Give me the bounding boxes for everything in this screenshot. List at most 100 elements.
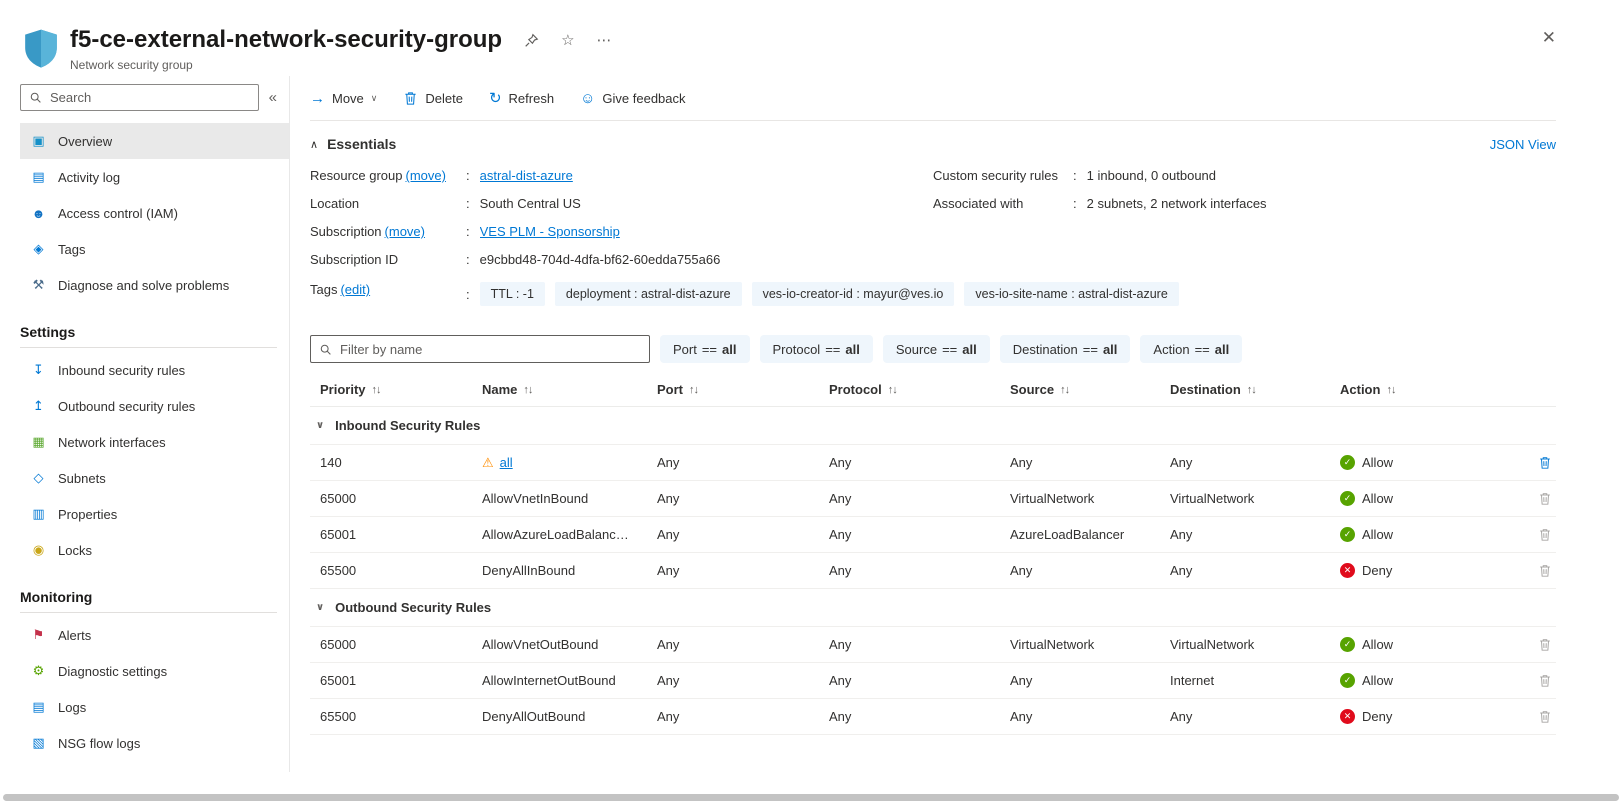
field-value-link[interactable]: VES PLM - Sponsorship [480, 224, 620, 239]
protocol-cell: Any [829, 637, 1010, 652]
chevron-up-icon[interactable]: ∧ [310, 138, 318, 151]
port-cell: Any [657, 673, 829, 688]
close-icon[interactable]: ✕ [1542, 28, 1556, 48]
delete-rule-icon[interactable] [1538, 455, 1552, 470]
outbound-rules-list: 65000 AllowVnetOutBound Any Any VirtualN… [310, 627, 1556, 735]
azure-nsg-blade: f5-ce-external-network-security-group ☆ … [0, 0, 1622, 808]
field-value: South Central US [480, 196, 581, 211]
name-cell: AllowAzureLoadBalanc… [482, 527, 657, 542]
rule-name-link[interactable]: all [500, 455, 513, 470]
essentials-title[interactable]: Essentials [327, 136, 396, 152]
feedback-button[interactable]: ☺ Give feedback [580, 90, 685, 107]
name-cell: DenyAllInBound [482, 563, 657, 578]
sidebar-item-label: Properties [58, 507, 117, 522]
sidebar-item[interactable]: ▥ Properties [20, 496, 289, 532]
delete-rule-icon[interactable] [1538, 637, 1552, 652]
more-options-icon[interactable]: ⋯ [597, 31, 612, 49]
source-cell: AzureLoadBalancer [1010, 527, 1170, 542]
delete-rule-icon[interactable] [1538, 673, 1552, 688]
table-row[interactable]: 65000 AllowVnetInBound Any Any VirtualNe… [310, 481, 1556, 517]
filter-pill[interactable]: Destination==all [1000, 335, 1131, 363]
row-actions-cell [1514, 455, 1556, 470]
sidebar-item[interactable]: ⚙ Diagnostic settings [20, 653, 289, 689]
table-row[interactable]: 65500 DenyAllInBound Any Any Any Any ✕De [310, 553, 1556, 589]
action-cell: ✓Allow [1340, 455, 1490, 470]
favorite-star-icon[interactable]: ☆ [561, 31, 574, 49]
sidebar-item-label: Alerts [58, 628, 91, 643]
filter-pill[interactable]: Port==all [660, 335, 750, 363]
sidebar-item[interactable]: ▣ Overview [20, 123, 289, 159]
sidebar-item[interactable]: ▤ Logs [20, 689, 289, 725]
delete-rule-icon[interactable] [1538, 491, 1552, 506]
row-actions-cell [1514, 673, 1556, 688]
action-cell: ✕Deny [1340, 709, 1490, 724]
delete-rule-icon[interactable] [1538, 709, 1552, 724]
refresh-button[interactable]: ↻ Refresh [489, 89, 554, 107]
sidebar-item[interactable]: ▧ NSG flow logs [20, 725, 289, 761]
sidebar-collapse-icon[interactable]: « [269, 89, 277, 106]
filter-by-name-input[interactable] [338, 341, 641, 358]
field-action-link[interactable]: (move) [406, 168, 446, 183]
filter-pill[interactable]: Protocol==all [760, 335, 873, 363]
sidebar-item-label: Inbound security rules [58, 363, 185, 378]
sidebar-item[interactable]: ⚒ Diagnose and solve problems [20, 267, 289, 303]
tag-chip[interactable]: ves-io-creator-id : mayur@ves.io [752, 282, 955, 306]
column-header[interactable]: Port↑↓ [657, 382, 829, 397]
protocol-cell: Any [829, 563, 1010, 578]
essentials-field: Resource group(move) astral-dist-azure [310, 168, 933, 183]
table-row[interactable]: 140 ⚠ all Any Any Any Any ✓Allow [310, 445, 1556, 481]
inbound-rules-group-header[interactable]: ∨ Inbound Security Rules [310, 407, 1556, 445]
delete-rule-icon[interactable] [1538, 527, 1552, 542]
column-header[interactable]: Name↑↓ [482, 382, 657, 397]
delete-rule-icon[interactable] [1538, 563, 1552, 578]
column-header[interactable]: Source↑↓ [1010, 382, 1170, 397]
sidebar-search-input[interactable] [48, 89, 250, 106]
table-row[interactable]: 65000 AllowVnetOutBound Any Any VirtualN… [310, 627, 1556, 663]
delete-button[interactable]: Delete [403, 90, 463, 106]
table-row[interactable]: 65500 DenyAllOutBound Any Any Any Any ✕D [310, 699, 1556, 735]
delete-icon [403, 90, 418, 106]
sidebar-item[interactable]: ↧ Inbound security rules [20, 352, 289, 388]
tags-edit-link[interactable]: (edit) [340, 282, 370, 297]
filter-pill[interactable]: Action==all [1140, 335, 1242, 363]
tag-chip[interactable]: TTL : -1 [480, 282, 545, 306]
filter-pill[interactable]: Source==all [883, 335, 990, 363]
action-cell: ✓Allow [1340, 491, 1490, 506]
sidebar-item[interactable]: ◈ Tags [20, 231, 289, 267]
column-header[interactable]: Destination↑↓ [1170, 382, 1340, 397]
action-cell: ✓Allow [1340, 637, 1490, 652]
horizontal-scrollbar[interactable] [3, 794, 1619, 801]
move-button[interactable]: → Move ∨ [310, 90, 377, 107]
essentials-panel: Resource group(move) astral-dist-azure L… [310, 168, 1556, 280]
network-security-group-icon [22, 28, 60, 70]
sidebar-item[interactable]: ▤ Activity log [20, 159, 289, 195]
sidebar-item-label: NSG flow logs [58, 736, 140, 751]
sidebar-item[interactable]: ⚑ Alerts [20, 617, 289, 653]
column-header[interactable]: Priority↑↓ [320, 382, 482, 397]
rule-name: AllowVnetInBound [482, 491, 588, 506]
field-action-link[interactable]: (move) [385, 224, 425, 239]
outbound-rules-group-header[interactable]: ∨ Outbound Security Rules [310, 589, 1556, 627]
sidebar-item[interactable]: ↥ Outbound security rules [20, 388, 289, 424]
sidebar-item[interactable]: ▦ Network interfaces [20, 424, 289, 460]
port-cell: Any [657, 491, 829, 506]
table-row[interactable]: 65001 AllowAzureLoadBalanc… Any Any Azur… [310, 517, 1556, 553]
row-actions-cell [1514, 637, 1556, 652]
sidebar-item-icon: ▥ [30, 506, 47, 522]
pin-icon[interactable] [524, 33, 539, 48]
allow-icon: ✓ [1340, 637, 1355, 652]
table-row[interactable]: 65001 AllowInternetOutBound Any Any Any … [310, 663, 1556, 699]
sidebar-item[interactable]: ◇ Subnets [20, 460, 289, 496]
sort-icon: ↑↓ [1386, 384, 1395, 396]
tag-chip[interactable]: deployment : astral-dist-azure [555, 282, 742, 306]
sidebar-item[interactable]: ☻ Access control (IAM) [20, 195, 289, 231]
sidebar-item-icon: ◇ [30, 470, 47, 486]
sidebar-item[interactable]: ◉ Locks [20, 532, 289, 568]
json-view-link[interactable]: JSON View [1490, 137, 1556, 152]
field-value-link[interactable]: astral-dist-azure [480, 168, 573, 183]
column-header[interactable]: Protocol↑↓ [829, 382, 1010, 397]
sidebar-item-icon: ◉ [30, 542, 47, 558]
row-actions-cell [1514, 527, 1556, 542]
column-header[interactable]: Action↑↓ [1340, 382, 1395, 397]
tag-chip[interactable]: ves-io-site-name : astral-dist-azure [964, 282, 1178, 306]
